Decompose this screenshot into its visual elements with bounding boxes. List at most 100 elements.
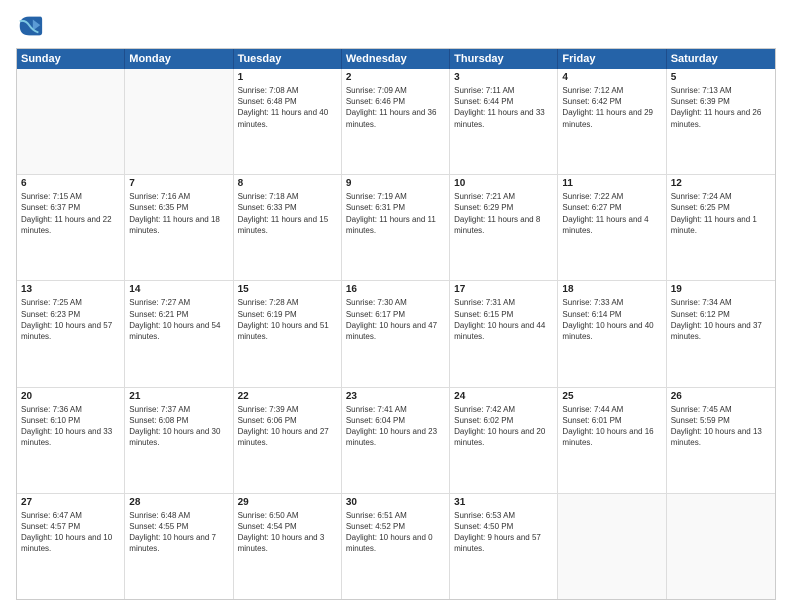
day-number: 24 xyxy=(454,391,553,402)
day-header-saturday: Saturday xyxy=(667,49,775,69)
day-cell-28: 28 Sunrise: 6:48 AM Sunset: 4:55 PM Dayli… xyxy=(125,494,233,599)
week-row-4: 20Sunrise: 7:36 AM Sunset: 6:10 PM Dayli… xyxy=(17,388,775,494)
day-info: Sunrise: 7:08 AM Sunset: 6:48 PM Dayligh… xyxy=(238,85,337,130)
calendar: SundayMondayTuesdayWednesdayThursdayFrid… xyxy=(16,48,776,600)
day-number: 25 xyxy=(562,391,661,402)
day-info: Sunrise: 6:50 AM Sunset: 4:54 PM Dayligh… xyxy=(238,510,337,555)
day-cell-15: 15 Sunrise: 7:28 AM Sunset: 6:19 PM Dayli… xyxy=(234,281,342,386)
day-info: Sunrise: 7:31 AM Sunset: 6:15 PM Dayligh… xyxy=(454,297,553,342)
weeks-container: 1 Sunrise: 7:08 AM Sunset: 6:48 PM Daylig… xyxy=(17,69,775,599)
day-info: Sunrise: 7:11 AM Sunset: 6:44 PM Dayligh… xyxy=(454,85,553,130)
day-number: 27 xyxy=(21,497,120,508)
day-cell-9: 9Sunrise: 7:19 AM Sunset: 6:31 PM Daylig… xyxy=(342,175,450,280)
day-cell-17: 17 Sunrise: 7:31 AM Sunset: 6:15 PM Dayli… xyxy=(450,281,558,386)
day-cell-29: 29Sunrise: 6:50 AM Sunset: 4:54 PM Dayli… xyxy=(234,494,342,599)
day-number: 17 xyxy=(454,284,553,295)
day-info: Sunrise: 7:34 AM Sunset: 6:12 PM Dayligh… xyxy=(671,297,771,342)
day-info: Sunrise: 7:28 AM Sunset: 6:19 PM Dayligh… xyxy=(238,297,337,342)
day-cell-empty xyxy=(558,494,666,599)
day-headers: SundayMondayTuesdayWednesdayThursdayFrid… xyxy=(17,49,775,69)
day-cell-empty xyxy=(17,69,125,174)
day-info: Sunrise: 7:21 AM Sunset: 6:29 PM Dayligh… xyxy=(454,191,553,236)
day-cell-23: 23 Sunrise: 7:41 AM Sunset: 6:04 PM Dayli… xyxy=(342,388,450,493)
day-cell-12: 12 Sunrise: 7:24 AM Sunset: 6:25 PM Dayli… xyxy=(667,175,775,280)
day-cell-14: 14 Sunrise: 7:27 AM Sunset: 6:21 PM Dayli… xyxy=(125,281,233,386)
day-number: 11 xyxy=(562,178,661,189)
logo-icon xyxy=(16,12,44,40)
day-cell-10: 10 Sunrise: 7:21 AM Sunset: 6:29 PM Dayli… xyxy=(450,175,558,280)
day-info: Sunrise: 7:25 AM Sunset: 6:23 PM Dayligh… xyxy=(21,297,120,342)
day-info: Sunrise: 7:45 AM Sunset: 5:59 PM Dayligh… xyxy=(671,404,771,449)
day-cell-empty xyxy=(667,494,775,599)
day-number: 10 xyxy=(454,178,553,189)
week-row-5: 27 Sunrise: 6:47 AM Sunset: 4:57 PM Dayli… xyxy=(17,494,775,599)
day-cell-11: 11 Sunrise: 7:22 AM Sunset: 6:27 PM Dayli… xyxy=(558,175,666,280)
day-info: Sunrise: 7:36 AM Sunset: 6:10 PM Dayligh… xyxy=(21,404,120,449)
day-cell-30: 30 Sunrise: 6:51 AM Sunset: 4:52 PM Dayli… xyxy=(342,494,450,599)
day-number: 28 xyxy=(129,497,228,508)
day-number: 14 xyxy=(129,284,228,295)
day-number: 21 xyxy=(129,391,228,402)
day-cell-empty xyxy=(125,69,233,174)
day-info: Sunrise: 7:24 AM Sunset: 6:25 PM Dayligh… xyxy=(671,191,771,236)
day-info: Sunrise: 7:44 AM Sunset: 6:01 PM Dayligh… xyxy=(562,404,661,449)
day-info: Sunrise: 6:47 AM Sunset: 4:57 PM Dayligh… xyxy=(21,510,120,555)
day-info: Sunrise: 7:37 AM Sunset: 6:08 PM Dayligh… xyxy=(129,404,228,449)
day-number: 30 xyxy=(346,497,445,508)
day-info: Sunrise: 7:42 AM Sunset: 6:02 PM Dayligh… xyxy=(454,404,553,449)
week-row-2: 6 Sunrise: 7:15 AM Sunset: 6:37 PM Daylig… xyxy=(17,175,775,281)
day-number: 1 xyxy=(238,72,337,83)
day-number: 31 xyxy=(454,497,553,508)
day-info: Sunrise: 7:22 AM Sunset: 6:27 PM Dayligh… xyxy=(562,191,661,236)
day-info: Sunrise: 7:33 AM Sunset: 6:14 PM Dayligh… xyxy=(562,297,661,342)
day-header-friday: Friday xyxy=(558,49,666,69)
day-info: Sunrise: 6:51 AM Sunset: 4:52 PM Dayligh… xyxy=(346,510,445,555)
day-number: 18 xyxy=(562,284,661,295)
day-number: 19 xyxy=(671,284,771,295)
day-info: Sunrise: 7:16 AM Sunset: 6:35 PM Dayligh… xyxy=(129,191,228,236)
day-cell-7: 7 Sunrise: 7:16 AM Sunset: 6:35 PM Daylig… xyxy=(125,175,233,280)
day-cell-18: 18 Sunrise: 7:33 AM Sunset: 6:14 PM Dayli… xyxy=(558,281,666,386)
day-info: Sunrise: 7:39 AM Sunset: 6:06 PM Dayligh… xyxy=(238,404,337,449)
day-number: 15 xyxy=(238,284,337,295)
day-header-monday: Monday xyxy=(125,49,233,69)
day-info: Sunrise: 6:53 AM Sunset: 4:50 PM Dayligh… xyxy=(454,510,553,555)
day-info: Sunrise: 7:09 AM Sunset: 6:46 PM Dayligh… xyxy=(346,85,445,130)
day-number: 12 xyxy=(671,178,771,189)
day-cell-27: 27 Sunrise: 6:47 AM Sunset: 4:57 PM Dayli… xyxy=(17,494,125,599)
day-number: 26 xyxy=(671,391,771,402)
day-cell-8: 8 Sunrise: 7:18 AM Sunset: 6:33 PM Daylig… xyxy=(234,175,342,280)
day-number: 5 xyxy=(671,72,771,83)
day-info: Sunrise: 7:41 AM Sunset: 6:04 PM Dayligh… xyxy=(346,404,445,449)
day-cell-5: 5 Sunrise: 7:13 AM Sunset: 6:39 PM Daylig… xyxy=(667,69,775,174)
day-number: 9 xyxy=(346,178,445,189)
day-cell-1: 1 Sunrise: 7:08 AM Sunset: 6:48 PM Daylig… xyxy=(234,69,342,174)
day-cell-2: 2 Sunrise: 7:09 AM Sunset: 6:46 PM Daylig… xyxy=(342,69,450,174)
day-info: Sunrise: 7:18 AM Sunset: 6:33 PM Dayligh… xyxy=(238,191,337,236)
week-row-3: 13 Sunrise: 7:25 AM Sunset: 6:23 PM Dayli… xyxy=(17,281,775,387)
day-number: 4 xyxy=(562,72,661,83)
day-info: Sunrise: 6:48 AM Sunset: 4:55 PM Dayligh… xyxy=(129,510,228,555)
day-info: Sunrise: 7:15 AM Sunset: 6:37 PM Dayligh… xyxy=(21,191,120,236)
day-number: 22 xyxy=(238,391,337,402)
day-header-wednesday: Wednesday xyxy=(342,49,450,69)
day-cell-6: 6 Sunrise: 7:15 AM Sunset: 6:37 PM Daylig… xyxy=(17,175,125,280)
day-number: 16 xyxy=(346,284,445,295)
day-cell-21: 21 Sunrise: 7:37 AM Sunset: 6:08 PM Dayli… xyxy=(125,388,233,493)
day-cell-22: 22 Sunrise: 7:39 AM Sunset: 6:06 PM Dayli… xyxy=(234,388,342,493)
day-number: 23 xyxy=(346,391,445,402)
day-number: 2 xyxy=(346,72,445,83)
day-cell-24: 24 Sunrise: 7:42 AM Sunset: 6:02 PM Dayli… xyxy=(450,388,558,493)
day-number: 8 xyxy=(238,178,337,189)
day-cell-13: 13 Sunrise: 7:25 AM Sunset: 6:23 PM Dayli… xyxy=(17,281,125,386)
day-cell-16: 16 Sunrise: 7:30 AM Sunset: 6:17 PM Dayli… xyxy=(342,281,450,386)
day-cell-19: 19 Sunrise: 7:34 AM Sunset: 6:12 PM Dayli… xyxy=(667,281,775,386)
day-cell-3: 3Sunrise: 7:11 AM Sunset: 6:44 PM Daylig… xyxy=(450,69,558,174)
day-number: 13 xyxy=(21,284,120,295)
day-info: Sunrise: 7:13 AM Sunset: 6:39 PM Dayligh… xyxy=(671,85,771,130)
day-info: Sunrise: 7:27 AM Sunset: 6:21 PM Dayligh… xyxy=(129,297,228,342)
day-info: Sunrise: 7:30 AM Sunset: 6:17 PM Dayligh… xyxy=(346,297,445,342)
day-number: 6 xyxy=(21,178,120,189)
day-header-tuesday: Tuesday xyxy=(234,49,342,69)
day-number: 7 xyxy=(129,178,228,189)
